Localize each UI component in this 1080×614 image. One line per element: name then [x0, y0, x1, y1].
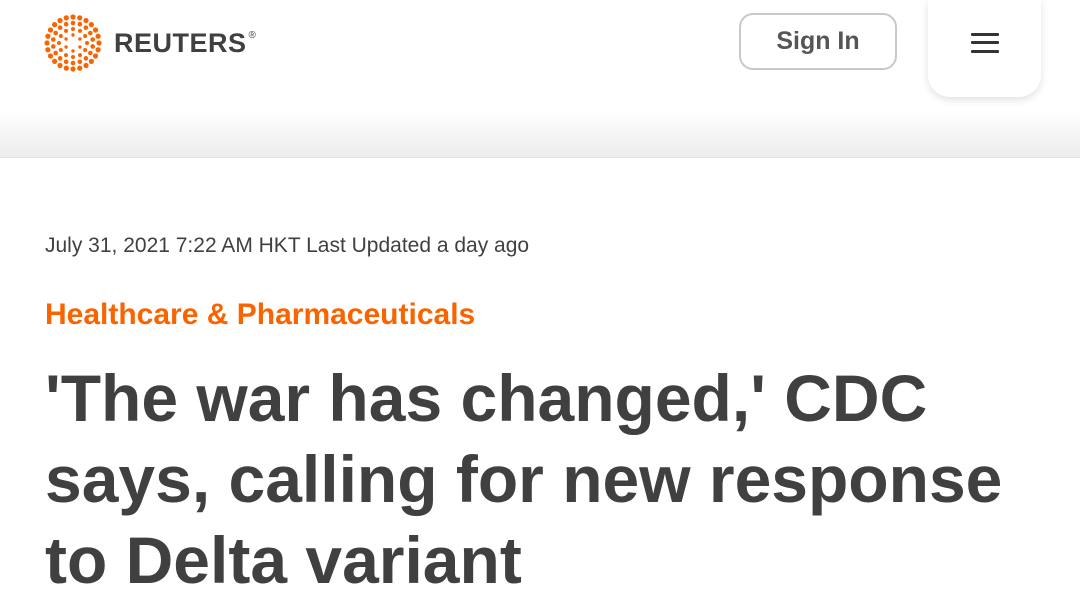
logo-dot — [78, 45, 82, 49]
logo-dot — [53, 50, 58, 56]
logo-dot — [78, 37, 82, 41]
logo-dot — [52, 22, 58, 28]
hamburger-line — [970, 49, 999, 53]
logo-dot — [70, 60, 76, 66]
logo-dot — [92, 27, 99, 33]
logo-dot — [90, 37, 95, 42]
logo-dot — [71, 49, 75, 53]
logo-dot — [71, 55, 75, 59]
logo-dot — [52, 58, 58, 64]
logo-dot — [64, 28, 68, 33]
logo-dot — [45, 47, 51, 53]
logo-dot — [95, 47, 101, 53]
logo-dot — [83, 34, 88, 38]
logo-dot — [77, 21, 83, 27]
logo-dot — [57, 41, 61, 45]
article-dateline: July 31, 2021 7:22 AM HKT Last Updated a… — [45, 234, 530, 257]
logo-dot — [77, 15, 83, 21]
category-link[interactable]: Healthcare & Pharmaceuticals — [45, 298, 475, 332]
logo-dot — [47, 27, 54, 33]
logo-dot — [70, 14, 76, 20]
sign-in-label: Sign In — [776, 27, 860, 55]
logo-dot — [51, 37, 56, 42]
reuters-logo[interactable]: REUTERS ® — [44, 14, 256, 72]
logo-dot — [58, 48, 63, 52]
logo-dot — [88, 58, 94, 64]
hamburger-line — [970, 41, 999, 44]
logo-dot — [64, 53, 68, 58]
logo-dot — [64, 45, 68, 49]
logo-dot — [63, 65, 69, 71]
logo-dot — [64, 37, 68, 41]
article-headline: 'The war has changed,' CDC says, calling… — [45, 361, 1003, 597]
logo-dot — [70, 20, 76, 26]
registered-mark: ® — [248, 29, 257, 41]
logo-dot — [63, 15, 69, 21]
logo-dot — [71, 27, 75, 31]
logo-dot — [83, 56, 89, 61]
logo-dot — [96, 40, 102, 46]
logo-dot — [92, 53, 99, 59]
logo-dot — [78, 28, 82, 33]
logo-dot — [83, 17, 89, 24]
logo-dot — [57, 56, 63, 61]
menu-button[interactable] — [928, 0, 1041, 97]
logo-dot — [51, 44, 56, 49]
logo-dot — [88, 30, 93, 36]
logo-dot — [77, 59, 83, 65]
logo-dot — [45, 33, 51, 39]
logo-dot — [63, 21, 69, 27]
logo-dot — [44, 40, 50, 46]
logo-dot — [58, 34, 63, 38]
logo-dot — [83, 48, 88, 52]
logo-dot — [95, 33, 101, 39]
logo-dot — [83, 62, 89, 69]
brand-wordmark: REUTERS ® — [114, 28, 256, 59]
site-header: REUTERS ® Sign In — [0, 0, 1080, 158]
logo-dot — [53, 30, 58, 36]
brand-name: REUTERS — [114, 27, 247, 58]
logo-dot — [70, 66, 76, 72]
logo-dot — [57, 62, 63, 69]
hamburger-menu-icon — [970, 32, 999, 53]
logo-dot — [57, 25, 63, 30]
logo-dot — [90, 44, 95, 49]
logo-dot — [88, 50, 93, 56]
sign-in-button[interactable]: Sign In — [739, 13, 897, 70]
logo-dot — [83, 25, 89, 30]
logo-dot — [85, 41, 89, 45]
logo-dot — [77, 65, 83, 71]
logo-dot — [57, 17, 63, 24]
logo-dot — [47, 53, 54, 59]
reuters-dot-circle-icon — [44, 14, 102, 72]
logo-dot — [63, 59, 69, 65]
logo-dot — [78, 53, 82, 58]
hamburger-line — [970, 32, 999, 36]
logo-dot — [71, 33, 75, 37]
logo-dot — [88, 22, 94, 28]
